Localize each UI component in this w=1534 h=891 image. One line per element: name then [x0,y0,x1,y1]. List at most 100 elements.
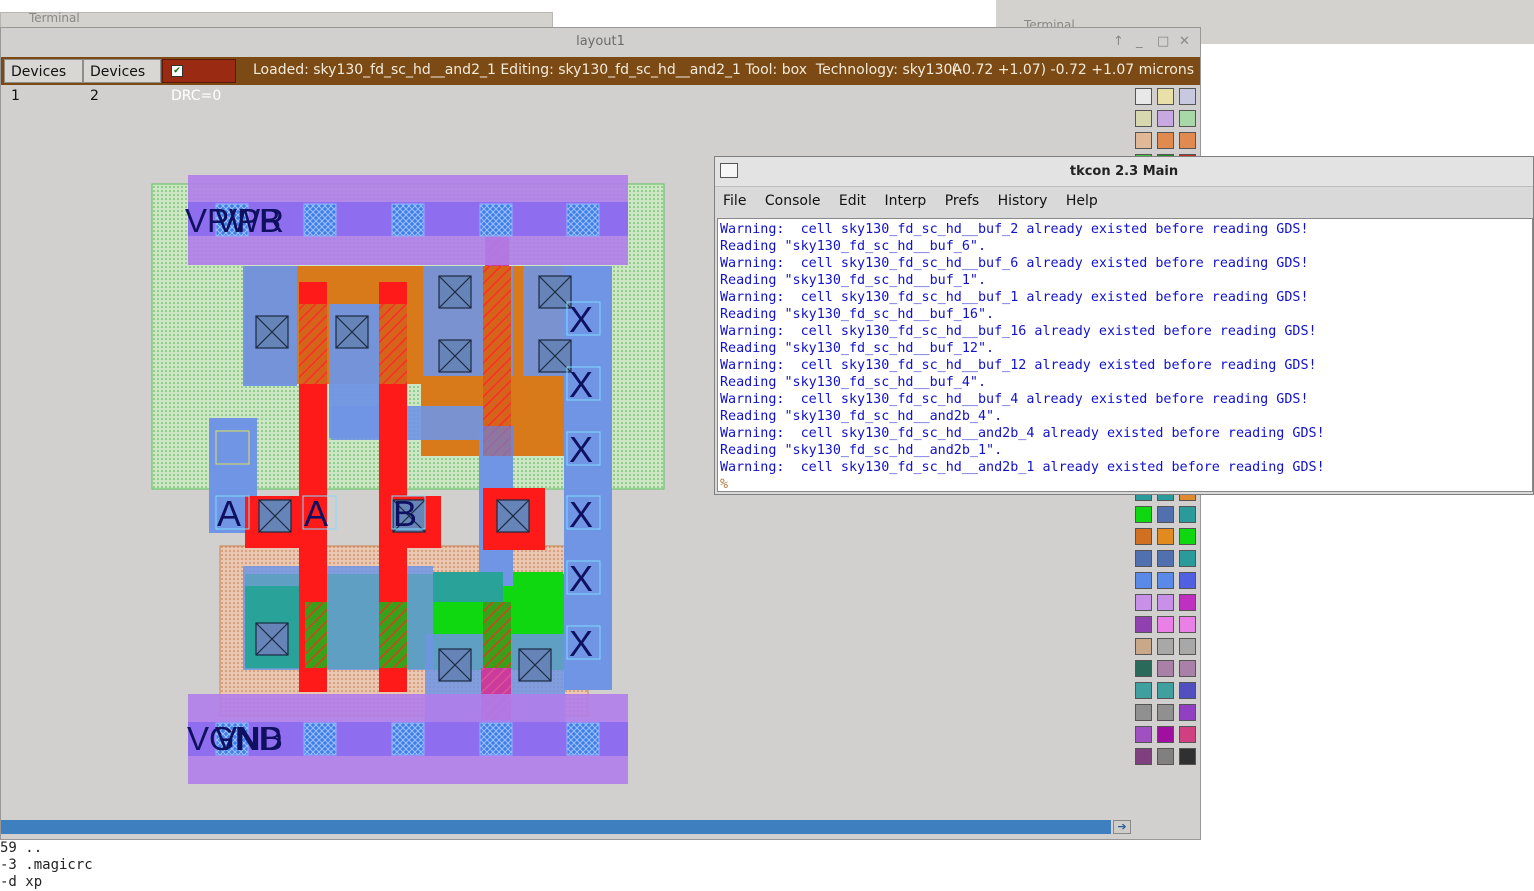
layer-swatch[interactable] [1135,572,1152,589]
menu-interp[interactable]: Interp [885,193,927,209]
pmos-gate-a [299,304,327,384]
label-x: X [569,623,593,664]
layer-swatch[interactable] [1135,528,1152,545]
label-x: X [569,299,593,340]
contact [255,622,289,656]
layer-swatch[interactable] [1135,638,1152,655]
layer-swatch[interactable] [1179,550,1196,567]
layer-swatch[interactable] [1135,616,1152,633]
layer-swatch[interactable] [1135,660,1152,677]
window-icon[interactable] [720,163,738,178]
console-line: Reading "sky130_fd_sc_hd__buf_16". [720,307,995,322]
menu-prefs[interactable]: Prefs [945,193,979,209]
layer-swatch[interactable] [1135,726,1152,743]
layer-swatch[interactable] [1157,704,1174,721]
tkcon-window: tkcon 2.3 Main File Console Edit Interp … [714,156,1534,495]
layer-swatch[interactable] [1179,660,1196,677]
minimize-button[interactable]: _ [1136,28,1143,56]
console-line: Warning: cell sky130_fd_sc_hd__buf_6 alr… [720,256,1309,271]
devices1-button[interactable]: Devices 1 [4,59,83,104]
layer-swatch[interactable] [1135,682,1152,699]
layer-swatch[interactable] [1157,726,1174,743]
terminal-line: -d xp [0,874,43,890]
menu-console[interactable]: Console [765,193,821,209]
layer-swatch[interactable] [1135,748,1152,765]
layer-swatch[interactable] [1179,88,1196,105]
menu-history[interactable]: History [998,193,1048,209]
checkbox-icon[interactable]: ✔ [171,65,183,77]
layer-swatch[interactable] [1157,528,1174,545]
horizontal-scrollbar[interactable] [1,820,1111,834]
layer-swatch[interactable] [1179,682,1196,699]
raise-icon[interactable]: ↑ [1113,28,1124,56]
contact [438,339,472,373]
magic-toolbar: Devices 1 Devices 2 ✔DRC=0 Loaded: sky13… [1,57,1200,104]
menu-file[interactable]: File [723,193,746,209]
close-button[interactable]: ✕ [1179,28,1190,56]
tkcon-menubar: File Console Edit Interp Prefs History H… [715,187,1533,215]
layer-swatch[interactable] [1179,638,1196,655]
layer-swatch[interactable] [1179,110,1196,127]
contact [538,339,572,373]
label-a: A [217,493,241,534]
window-title: layout1 [576,34,625,49]
layer-swatch[interactable] [1135,110,1152,127]
menu-help[interactable]: Help [1066,193,1098,209]
console-line: Warning: cell sky130_fd_sc_hd__buf_12 al… [720,358,1317,373]
drc-toggle[interactable]: ✔DRC=0 [162,59,236,104]
layer-swatch[interactable] [1157,132,1174,149]
layer-swatch[interactable] [1157,88,1174,105]
tkcon-title: tkcon 2.3 Main [1069,164,1179,179]
layer-swatch[interactable] [1135,704,1152,721]
console-line: Warning: cell sky130_fd_sc_hd__buf_4 alr… [720,392,1309,407]
terminal-line: 59 .. [0,840,43,856]
menu-edit[interactable]: Edit [839,193,866,209]
layer-swatch[interactable] [1157,110,1174,127]
layout-window-titlebar[interactable]: layout1 ↑ _ □ ✕ [1,28,1200,56]
scroll-right-icon[interactable]: ➔ [1113,820,1131,834]
layer-swatch[interactable] [1179,748,1196,765]
contact [496,499,530,533]
layer-swatch[interactable] [1179,704,1196,721]
layer-swatch[interactable] [1157,748,1174,765]
console-line: Warning: cell sky130_fd_sc_hd__buf_16 al… [720,324,1317,339]
layer-swatch[interactable] [1179,132,1196,149]
layer-swatch[interactable] [1179,506,1196,523]
layer-swatch[interactable] [1179,572,1196,589]
layer-swatch[interactable] [1157,616,1174,633]
console-prompt[interactable]: % [720,476,1532,493]
contact [518,648,552,682]
terminal-line: -3 .magicrc [0,857,93,873]
console-line: Warning: cell sky130_fd_sc_hd__buf_1 alr… [720,290,1309,305]
console-line: Warning: cell sky130_fd_sc_hd__and2b_4 a… [720,426,1325,441]
layer-swatch[interactable] [1157,572,1174,589]
layer-swatch[interactable] [1157,682,1174,699]
tkcon-titlebar[interactable]: tkcon 2.3 Main [715,157,1533,187]
layer-swatch[interactable] [1157,638,1174,655]
label-x: X [569,494,593,535]
pmos-gate-b [379,304,407,384]
layer-swatch[interactable] [1135,132,1152,149]
contact [258,499,292,533]
contact [438,275,472,309]
layer-swatch[interactable] [1179,726,1196,743]
layer-swatch[interactable] [1157,506,1174,523]
layer-swatch[interactable] [1179,594,1196,611]
tkcon-output[interactable]: Warning: cell sky130_fd_sc_hd__buf_2 alr… [717,218,1533,492]
layer-swatch[interactable] [1179,528,1196,545]
devices2-button[interactable]: Devices 2 [83,59,161,104]
console-line: Warning: cell sky130_fd_sc_hd__and2b_1 a… [720,460,1325,475]
layer-swatch[interactable] [1135,506,1152,523]
background-terminal-left-title: Terminal [29,11,80,25]
layer-swatch[interactable] [1135,594,1152,611]
layer-swatch[interactable] [1157,550,1174,567]
nmos-gate-c [483,602,511,668]
layer-swatch[interactable] [1135,550,1152,567]
layer-swatch[interactable] [1135,88,1152,105]
maximize-button[interactable]: □ [1157,28,1169,56]
layer-swatch[interactable] [1157,594,1174,611]
label-b: B [393,493,417,534]
diff-contact-area2 [433,572,503,602]
layer-swatch[interactable] [1157,660,1174,677]
layer-swatch[interactable] [1179,616,1196,633]
